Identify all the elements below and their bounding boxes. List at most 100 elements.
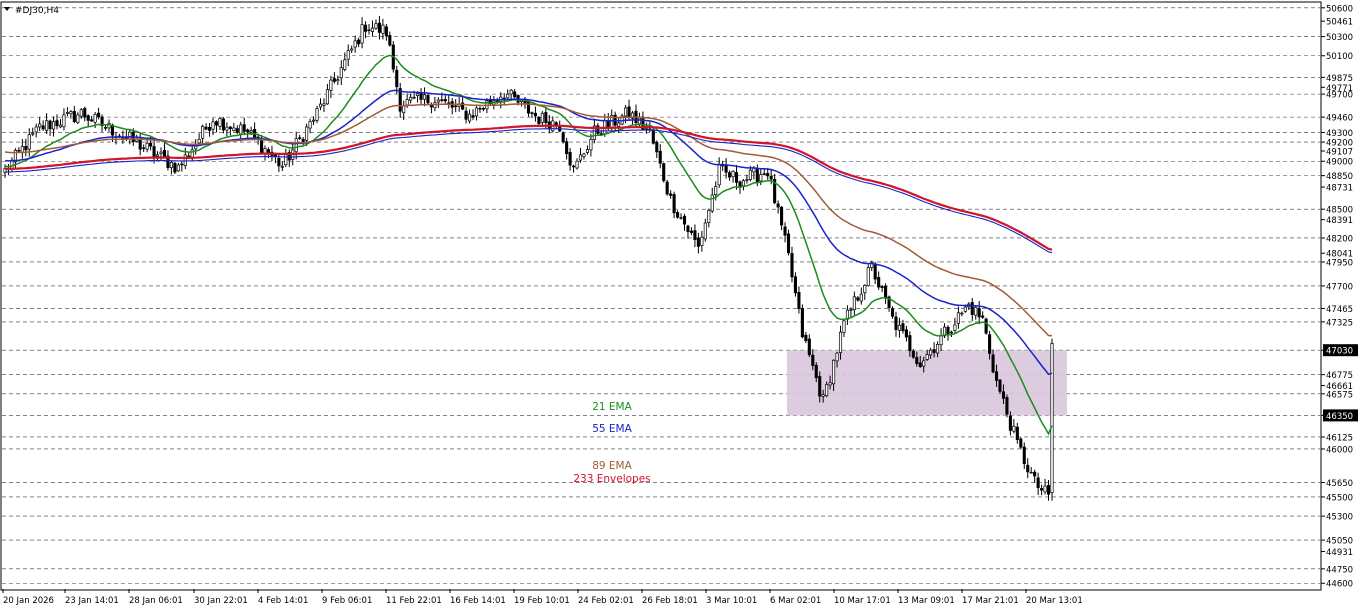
candle xyxy=(1050,338,1054,501)
price-label: 47465 xyxy=(1321,305,1353,315)
price-label: 46125 xyxy=(1321,433,1353,443)
svg-text:48850: 48850 xyxy=(1326,172,1353,182)
svg-text:46125: 46125 xyxy=(1326,433,1353,443)
svg-text:26 Feb 18:01: 26 Feb 18:01 xyxy=(642,596,698,606)
legend-label: 21 EMA xyxy=(592,401,632,413)
svg-text:9 Feb 06:01: 9 Feb 06:01 xyxy=(322,596,372,606)
candle xyxy=(1005,394,1009,418)
candle xyxy=(315,105,319,124)
svg-text:19 Feb 10:01: 19 Feb 10:01 xyxy=(514,596,570,606)
svg-text:49300: 49300 xyxy=(1326,129,1353,139)
svg-text:23 Jan 14:01: 23 Jan 14:01 xyxy=(65,596,119,606)
svg-text:11 Feb 22:01: 11 Feb 22:01 xyxy=(386,596,442,606)
chart-area[interactable]: 50600 50461 50300 50100 49875 49771 49700 49460… xyxy=(0,0,1362,611)
price-label: 50461 xyxy=(1321,18,1353,28)
symbol-title: #DJ30,H4 xyxy=(15,6,59,16)
svg-text:10 Mar 17:01: 10 Mar 17:01 xyxy=(834,596,891,606)
candle xyxy=(665,179,669,196)
price-label: 46775 xyxy=(1321,371,1353,381)
svg-text:13 Mar 09:01: 13 Mar 09:01 xyxy=(898,596,955,606)
svg-text:48731: 48731 xyxy=(1326,184,1353,194)
price-label: 49000 xyxy=(1321,158,1353,168)
svg-text:46350: 46350 xyxy=(1326,412,1353,422)
svg-text:49700: 49700 xyxy=(1326,91,1353,101)
price-label: 49875 xyxy=(1321,74,1353,84)
svg-text:49000: 49000 xyxy=(1326,158,1353,168)
svg-text:47325: 47325 xyxy=(1326,318,1353,328)
price-label: 45650 xyxy=(1321,479,1353,489)
price-label: 44750 xyxy=(1321,565,1353,575)
svg-text:47700: 47700 xyxy=(1326,282,1353,292)
svg-text:24 Feb 02:01: 24 Feb 02:01 xyxy=(578,596,634,606)
price-label: 49460 xyxy=(1321,114,1353,124)
svg-text:48500: 48500 xyxy=(1326,206,1353,216)
chart-background xyxy=(0,0,1362,611)
svg-text:50100: 50100 xyxy=(1326,52,1353,62)
svg-text:49875: 49875 xyxy=(1326,74,1353,84)
price-label: 44600 xyxy=(1321,580,1353,590)
price-label: 50300 xyxy=(1321,33,1353,43)
candle xyxy=(662,162,666,183)
svg-text:16 Feb 14:01: 16 Feb 14:01 xyxy=(450,596,506,606)
price-label: 48731 xyxy=(1321,184,1353,194)
price-label: 44931 xyxy=(1321,548,1353,558)
legend-label: 233 Envelopes xyxy=(573,473,650,485)
svg-text:45300: 45300 xyxy=(1326,513,1353,523)
svg-text:46000: 46000 xyxy=(1326,445,1353,455)
price-label: 47950 xyxy=(1321,258,1353,268)
svg-text:49460: 49460 xyxy=(1326,114,1353,124)
price-label: 48200 xyxy=(1321,234,1353,244)
price-label: 45300 xyxy=(1321,513,1353,523)
svg-text:50300: 50300 xyxy=(1326,33,1353,43)
price-label: 47325 xyxy=(1321,318,1353,328)
candle xyxy=(984,317,988,335)
svg-text:45650: 45650 xyxy=(1326,479,1353,489)
svg-text:47465: 47465 xyxy=(1326,305,1353,315)
svg-text:30 Jan 22:01: 30 Jan 22:01 xyxy=(194,596,248,606)
svg-text:46575: 46575 xyxy=(1326,390,1353,400)
svg-text:44931: 44931 xyxy=(1326,548,1353,558)
price-label: 47030 xyxy=(1321,344,1358,357)
candle xyxy=(1019,437,1023,450)
price-label: 47700 xyxy=(1321,282,1353,292)
svg-text:46775: 46775 xyxy=(1326,371,1353,381)
price-label: 45050 xyxy=(1321,537,1353,547)
svg-text:44750: 44750 xyxy=(1326,565,1353,575)
price-label: 49300 xyxy=(1321,129,1353,139)
candle xyxy=(866,264,870,287)
price-chart-svg[interactable]: 5060050461503005010049875497714970049460… xyxy=(0,0,1362,611)
svg-text:44600: 44600 xyxy=(1326,580,1353,590)
price-label: 49107 xyxy=(1321,147,1353,157)
price-label: 46575 xyxy=(1321,390,1353,400)
svg-text:47950: 47950 xyxy=(1326,258,1353,268)
price-label: 49700 xyxy=(1321,91,1353,101)
svg-text:50600: 50600 xyxy=(1326,4,1353,14)
svg-text:50461: 50461 xyxy=(1326,18,1353,28)
svg-text:48200: 48200 xyxy=(1326,234,1353,244)
candle xyxy=(998,379,1002,395)
legend-label: 55 EMA xyxy=(592,423,632,435)
svg-text:20 Jan 2026: 20 Jan 2026 xyxy=(3,596,54,606)
svg-text:45500: 45500 xyxy=(1326,493,1353,503)
svg-text:49107: 49107 xyxy=(1326,147,1353,157)
svg-text:48391: 48391 xyxy=(1326,216,1353,226)
price-label: 48391 xyxy=(1321,216,1353,226)
price-label: 48500 xyxy=(1321,206,1353,216)
svg-text:6 Mar 02:01: 6 Mar 02:01 xyxy=(770,596,821,606)
candle xyxy=(561,131,565,144)
svg-text:20 Mar 13:01: 20 Mar 13:01 xyxy=(1026,596,1083,606)
svg-text:28 Jan 06:01: 28 Jan 06:01 xyxy=(129,596,183,606)
price-label: 50600 xyxy=(1321,4,1353,14)
candle xyxy=(173,161,177,175)
price-label: 45500 xyxy=(1321,493,1353,503)
price-label: 46350 xyxy=(1321,409,1358,422)
svg-text:17 Mar 21:01: 17 Mar 21:01 xyxy=(962,596,1019,606)
price-label: 46000 xyxy=(1321,445,1353,455)
svg-text:4 Feb 14:01: 4 Feb 14:01 xyxy=(258,596,308,606)
price-label: 48850 xyxy=(1321,172,1353,182)
svg-text:45050: 45050 xyxy=(1326,537,1353,547)
svg-text:3 Mar 10:01: 3 Mar 10:01 xyxy=(706,596,757,606)
legend-label: 89 EMA xyxy=(592,460,632,472)
candle xyxy=(800,304,804,339)
svg-text:47030: 47030 xyxy=(1326,347,1353,357)
